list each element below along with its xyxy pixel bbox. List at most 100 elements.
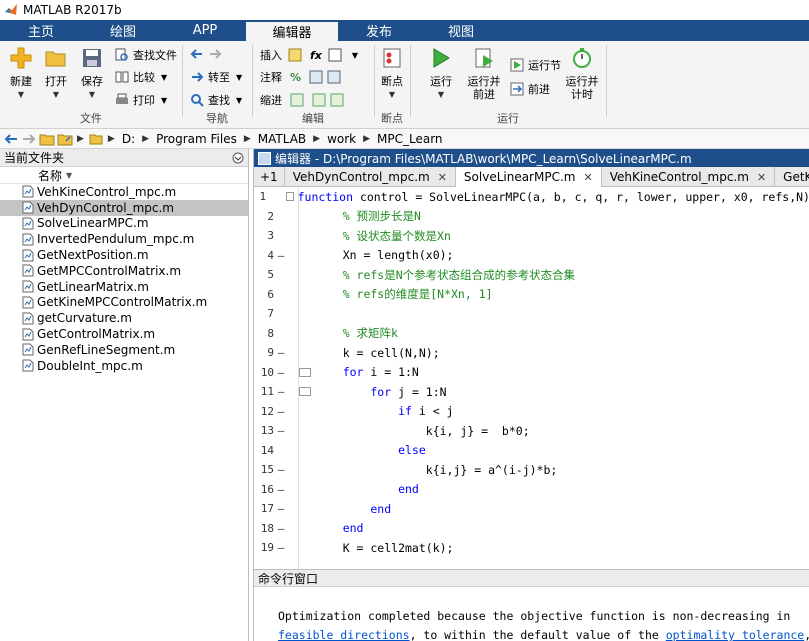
tab-view[interactable]: 视图	[420, 20, 502, 41]
file-list-item[interactable]: getCurvature.m	[0, 310, 248, 326]
tab-publish[interactable]: 发布	[338, 20, 420, 41]
file-list-item[interactable]: GetControlMatrix.m	[0, 326, 248, 342]
breadcrumb-drive[interactable]: D:	[122, 132, 135, 146]
line-number[interactable]: 4	[254, 249, 274, 262]
find-files-button[interactable]: 查找文件	[115, 47, 177, 63]
code-line[interactable]: 10— for i = 1:N	[254, 363, 809, 383]
line-number[interactable]: 12	[254, 405, 274, 418]
line-number[interactable]: 17	[254, 502, 274, 515]
code-line[interactable]: 16— end	[254, 480, 809, 500]
file-list-item[interactable]: InvertedPendulum_mpc.m	[0, 231, 248, 247]
code-line[interactable]: 4— Xn = length(x0);	[254, 246, 809, 266]
line-number[interactable]: 13	[254, 424, 274, 437]
file-list-item[interactable]: GetLinearMatrix.m	[0, 279, 248, 295]
open-button[interactable]: 打开 ▼	[39, 47, 73, 101]
file-list-item[interactable]: GetMPCControlMatrix.m	[0, 263, 248, 279]
breakpoint-marker[interactable]: —	[274, 463, 288, 476]
insert-button[interactable]: 插入 fx ▼	[260, 47, 358, 63]
fold-toggle-icon[interactable]	[285, 192, 294, 202]
line-number[interactable]: 19	[254, 541, 274, 554]
code-line[interactable]: 9— k = cell(N,N);	[254, 343, 809, 363]
back-forward-buttons[interactable]	[190, 47, 226, 61]
code-line[interactable]: 14 else	[254, 441, 809, 461]
breakpoint-marker[interactable]: —	[274, 541, 288, 554]
find-button[interactable]: 查找 ▼	[190, 92, 242, 108]
up-folder-icon[interactable]	[38, 131, 56, 147]
tab-apps[interactable]: APP	[164, 20, 246, 41]
line-number[interactable]: 11	[254, 385, 274, 398]
breadcrumb-item[interactable]: MPC_Learn	[377, 132, 443, 146]
line-number[interactable]: 10	[254, 366, 274, 379]
code-line[interactable]: 15— k{i,j} = a^(i-j)*b;	[254, 460, 809, 480]
run-and-advance-button[interactable]: 运行并 前进	[467, 47, 501, 101]
file-list-item[interactable]: GetKineMPCControlMatrix.m	[0, 295, 248, 311]
code-line[interactable]: 19— K = cell2mat(k);	[254, 538, 809, 558]
line-number[interactable]: 2	[254, 210, 274, 223]
tab-editor[interactable]: 编辑器	[246, 20, 338, 41]
back-arrow-icon[interactable]	[2, 131, 20, 147]
code-line[interactable]: 18— end	[254, 519, 809, 539]
file-list-item[interactable]: VehDynControl_mpc.m	[0, 199, 248, 216]
code-line[interactable]: 5 % refs是N个参考状态组合成的参考状态合集	[254, 265, 809, 285]
line-number[interactable]: 16	[254, 483, 274, 496]
advance-button[interactable]: 前进	[510, 81, 550, 97]
run-and-time-button[interactable]: 运行并 计时	[565, 47, 599, 101]
breakpoint-marker[interactable]: —	[274, 502, 288, 515]
editor-tab-active[interactable]: SolveLinearMPC.m ✕	[455, 167, 602, 187]
new-button[interactable]: 新建 ▼	[4, 47, 38, 101]
print-button[interactable]: 打印 ▼	[115, 92, 167, 108]
name-column-header[interactable]: 名称 ▼	[0, 167, 248, 184]
fx-icon[interactable]: fx	[310, 49, 322, 62]
code-line[interactable]: 2 % 预测步长是N	[254, 207, 809, 227]
optimality-tolerance-link[interactable]: optimality tolerance	[666, 628, 804, 641]
breakpoints-button[interactable]: 断点 ▼	[376, 47, 408, 101]
file-list-item[interactable]: DoubleInt_mpc.m	[0, 358, 248, 374]
editor-tab[interactable]: VehDynControl_mpc.m ✕	[285, 167, 456, 187]
code-line[interactable]: 12— if i < j	[254, 402, 809, 422]
line-number[interactable]: 18	[254, 522, 274, 535]
line-number[interactable]: 3	[254, 229, 274, 242]
tab-plots[interactable]: 绘图	[82, 20, 164, 41]
close-icon[interactable]: ✕	[438, 171, 447, 184]
file-list-item[interactable]: VehKineControl_mpc.m	[0, 184, 248, 200]
panel-menu-icon[interactable]	[232, 152, 244, 164]
indent-button[interactable]: 缩进	[260, 92, 348, 108]
breakpoint-marker[interactable]: —	[274, 522, 288, 535]
breadcrumb-item[interactable]: work	[327, 132, 356, 146]
file-list-item[interactable]: SolveLinearMPC.m	[0, 216, 248, 232]
tab-home[interactable]: 主页	[0, 20, 82, 41]
editor-tab[interactable]: GetKine	[775, 167, 809, 187]
breakpoint-marker[interactable]: —	[274, 366, 288, 379]
run-button[interactable]: 运行 ▼	[424, 47, 458, 101]
line-number[interactable]: 8	[254, 327, 274, 340]
breadcrumb-item[interactable]: MATLAB	[258, 132, 306, 146]
code-line[interactable]: 1 function control = SolveLinearMPC(a, b,…	[254, 187, 809, 207]
run-section-button[interactable]: 运行节	[510, 57, 561, 73]
breakpoint-marker[interactable]: —	[274, 385, 288, 398]
close-icon[interactable]: ✕	[583, 171, 592, 184]
function-hint-icon[interactable]	[328, 48, 342, 62]
compare-button[interactable]: 比较 ▼	[115, 69, 167, 85]
line-number[interactable]: 7	[254, 307, 274, 320]
code-line[interactable]: 8 % 求矩阵k	[254, 324, 809, 344]
save-button[interactable]: 保存 ▼	[75, 47, 109, 101]
breakpoint-marker[interactable]: —	[274, 346, 288, 359]
file-list-item[interactable]: GetNextPosition.m	[0, 247, 248, 263]
tab-overflow-button[interactable]: +1	[254, 167, 285, 187]
forward-arrow-icon[interactable]	[20, 131, 38, 147]
comment-button[interactable]: 注释 %	[260, 69, 345, 85]
code-area[interactable]: 1 function control = SolveLinearMPC(a, b,…	[254, 187, 809, 569]
close-icon[interactable]: ✕	[757, 171, 766, 184]
line-number[interactable]: 9	[254, 346, 274, 359]
code-line[interactable]: 11— for j = 1:N	[254, 382, 809, 402]
code-line[interactable]: 7	[254, 304, 809, 324]
line-number[interactable]: 6	[254, 288, 274, 301]
line-number[interactable]: 14	[254, 444, 274, 457]
browse-folder-icon[interactable]	[56, 131, 74, 147]
breakpoint-marker[interactable]: —	[274, 424, 288, 437]
code-line[interactable]: 13— k{i, j} = b*0;	[254, 421, 809, 441]
editor-tab[interactable]: VehKineControl_mpc.m ✕	[602, 167, 776, 187]
code-line[interactable]: 17— end	[254, 499, 809, 519]
fold-toggle-icon[interactable]	[299, 387, 311, 397]
code-line[interactable]: 3 % 设状态量个数是Xn	[254, 226, 809, 246]
